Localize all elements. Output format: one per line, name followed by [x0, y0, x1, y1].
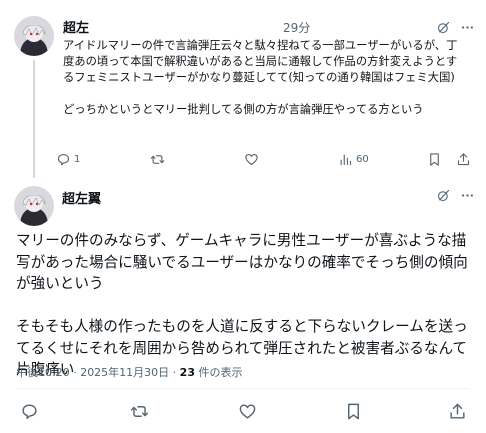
display-name[interactable]: 超左翼 [62, 188, 101, 207]
post-metadata: 午後10:20 · 2025年11月30日 · 23 件の表示 [16, 364, 242, 380]
bookmark-button[interactable] [427, 150, 442, 168]
more-icon[interactable] [460, 188, 475, 207]
grok-icon[interactable] [436, 188, 451, 207]
reply-button[interactable]: 1 [56, 150, 80, 168]
action-bar: 1 60 [56, 150, 476, 168]
bookmark-icon [348, 403, 359, 419]
share-button[interactable] [448, 402, 467, 420]
retweet-icon [150, 154, 165, 164]
views-number: 23 [179, 366, 195, 379]
post-text: マリーの件のみならず、ゲームキャラに男性ユーザーが喜ぶような描写があった場合に騒… [16, 232, 468, 378]
divider [16, 388, 470, 389]
reply-count: 1 [74, 153, 81, 165]
post-timestamp[interactable]: 午後10:20 · 2025年11月30日 · [16, 366, 180, 379]
share-icon [457, 152, 470, 165]
reply-icon [22, 403, 37, 419]
views-button[interactable]: 60 [338, 150, 369, 168]
thread-line [33, 60, 35, 178]
reply-icon [57, 153, 70, 165]
like-button[interactable] [238, 402, 257, 420]
bookmark-icon [430, 152, 439, 166]
share-icon [450, 403, 465, 419]
bookmark-button[interactable] [344, 402, 363, 420]
avatar[interactable] [14, 186, 54, 226]
reply-post[interactable]: 超左 29分 アイドルマリーの件で言論弾圧云々と駄々捏ねてる一部ユーザーがいるが… [0, 0, 486, 178]
views-count: 60 [356, 153, 369, 165]
display-name[interactable]: 超左 [63, 17, 89, 36]
heart-icon [239, 403, 256, 419]
avatar[interactable] [14, 16, 54, 56]
main-post: 超左翼 マリーの件のみならず、ゲームキャラに男性ユーザーが喜ぶような描写があった… [0, 178, 486, 433]
grok-icon[interactable] [436, 20, 451, 39]
post-time[interactable]: 29分 [283, 19, 310, 36]
reply-button[interactable] [20, 402, 39, 420]
views-label: 件の表示 [194, 366, 243, 379]
retweet-icon [130, 405, 149, 417]
more-icon[interactable] [460, 20, 475, 39]
like-button[interactable] [244, 150, 262, 168]
analytics-icon [340, 154, 352, 165]
heart-icon [245, 153, 258, 165]
share-button[interactable] [456, 150, 471, 168]
action-bar [0, 402, 486, 426]
post-text: アイドルマリーの件で言論弾圧云々と駄々捏ねてる一部ユーザーがいるが、丁度あの頃っ… [63, 39, 458, 116]
retweet-button[interactable] [150, 150, 168, 168]
retweet-button[interactable] [130, 402, 149, 420]
